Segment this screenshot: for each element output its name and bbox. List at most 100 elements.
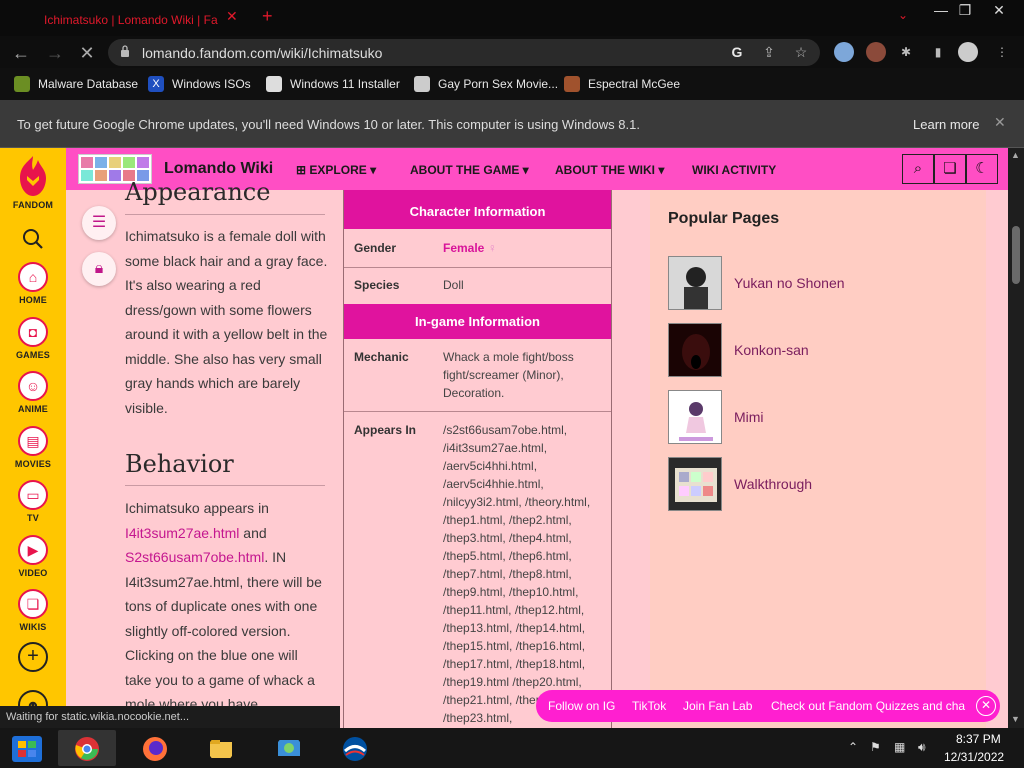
popular-thumbnail <box>668 256 722 310</box>
share-icon[interactable]: ⇪ <box>760 43 778 61</box>
close-window-button[interactable]: ✕ <box>982 0 1016 20</box>
infobar-close-icon[interactable]: ✕ <box>994 114 1006 131</box>
link-i4it3sum27ae[interactable]: I4it3sum27ae.html <box>125 525 239 541</box>
network-app-icon <box>278 740 300 756</box>
taskbar-firefox[interactable] <box>126 730 184 766</box>
side-panel-icon[interactable]: ▮ <box>928 42 948 62</box>
table-of-contents-button[interactable]: ☰ <box>82 206 116 240</box>
volume-icon[interactable]: 🔊︎ <box>918 740 926 755</box>
taskbar-browser-app[interactable] <box>326 730 384 766</box>
nav-about-the-wiki[interactable]: ABOUT THE WIKI ▾ <box>555 163 664 177</box>
page-bookmark-icon <box>266 76 282 92</box>
malware-bookmark-icon <box>14 76 30 92</box>
popular-page-label[interactable]: Mimi <box>734 409 764 425</box>
nav-about-wiki-label: ABOUT THE WIKI <box>555 163 655 177</box>
discussions-button[interactable]: ❏ <box>934 154 966 184</box>
lock-icon[interactable] <box>120 45 130 57</box>
firefox-icon <box>143 737 167 761</box>
popular-page-item[interactable]: Walkthrough <box>668 457 968 511</box>
rail-item-wikis[interactable]: ❏ WIKIS <box>0 589 66 632</box>
fandom-brand-label: FANDOM <box>12 200 54 210</box>
rail-item-video[interactable]: ▶ VIDEO <box>0 535 66 578</box>
scroll-up-icon[interactable]: ▲ <box>1011 150 1020 160</box>
rail-item-home[interactable]: ⌂ HOME <box>0 262 66 305</box>
rail-label-wikis: WIKIS <box>19 622 47 632</box>
fandom-logo[interactable]: FANDOM <box>0 154 66 210</box>
fandom-sticky-bar: Follow on IG TikTok Join Fan Lab Check o… <box>536 690 1000 722</box>
bookmark-movie-site[interactable]: Gay Porn Sex Movie... <box>438 77 558 91</box>
rail-create-wiki[interactable]: + <box>0 642 66 672</box>
infobox-section-character: Character Information <box>344 194 611 229</box>
popular-page-item[interactable]: Yukan no Shonen <box>668 256 968 310</box>
wiki-search-button[interactable]: ⌕ <box>902 154 934 184</box>
infobox-divider <box>344 411 611 412</box>
stop-loading-button[interactable]: ✕ <box>76 42 98 64</box>
bookmark-malware-database[interactable]: Malware Database <box>38 77 138 91</box>
new-tab-button[interactable]: + <box>262 6 273 27</box>
popular-page-label[interactable]: Konkon-san <box>734 342 809 358</box>
behavior-text: Ichimatsuko appears in <box>125 500 269 516</box>
nav-about-the-game[interactable]: ABOUT THE GAME ▾ <box>410 163 529 177</box>
link-s2st66usam7obe[interactable]: S2st66usam7obe.html <box>125 549 264 565</box>
popular-page-item[interactable]: Mimi <box>668 390 968 444</box>
forward-button[interactable]: → <box>44 42 66 64</box>
mimi-thumbnail-image <box>669 391 721 443</box>
flag-icon[interactable]: ⚑ <box>870 740 881 754</box>
extension-avatar-icon[interactable] <box>866 42 886 62</box>
rail-item-games[interactable]: ◘ GAMES <box>0 317 66 360</box>
follow-on-ig-link[interactable]: Follow on IG <box>548 699 615 713</box>
restore-button[interactable]: ❐ <box>948 0 982 20</box>
page-scrollbar[interactable]: ▲ ▼ <box>1008 148 1024 728</box>
learn-more-link[interactable]: Learn more <box>913 117 979 132</box>
rail-item-movies[interactable]: ▤ MOVIES <box>0 426 66 469</box>
rail-item-tv[interactable]: ▭ TV <box>0 480 66 523</box>
scroll-down-icon[interactable]: ▼ <box>1011 714 1020 724</box>
popular-page-label[interactable]: Walkthrough <box>734 476 812 492</box>
extension-flag-icon[interactable] <box>834 42 854 62</box>
wiki-name[interactable]: Lomando Wiki <box>164 160 273 178</box>
bookmark-star-icon[interactable]: ☆ <box>792 43 810 61</box>
walkthrough-thumbnail-image <box>669 458 721 510</box>
heading-behavior: Behavior <box>125 450 234 478</box>
tab-close-icon[interactable]: ✕ <box>226 8 238 25</box>
extensions-puzzle-icon[interactable]: ✱ <box>896 42 916 62</box>
scroll-thumb[interactable] <box>1012 226 1020 284</box>
browser-tab[interactable]: Ichimatsuko | Lomando Wiki | Fa <box>4 4 254 34</box>
google-lens-icon[interactable]: G <box>728 43 746 61</box>
nav-explore[interactable]: ⊞ EXPLORE ▾ <box>296 163 376 177</box>
fandom-quizzes-link[interactable]: Check out Fandom Quizzes and cha <box>771 699 965 713</box>
taskbar-chrome[interactable] <box>58 730 116 766</box>
edit-lock-button[interactable]: 🔒︎ <box>82 252 116 286</box>
taskbar-network-app[interactable] <box>260 730 318 766</box>
network-icon[interactable]: ▦ <box>894 740 905 754</box>
show-hidden-icons[interactable]: ⌃ <box>848 740 858 754</box>
bookmark-windows-isos[interactable]: Windows ISOs <box>172 77 251 91</box>
popular-page-label[interactable]: Yukan no Shonen <box>734 275 845 291</box>
url-text[interactable]: lomando.fandom.com/wiki/Ichimatsuko <box>142 45 382 61</box>
fandom-flame-icon <box>20 156 46 196</box>
address-bar[interactable]: lomando.fandom.com/wiki/Ichimatsuko G ⇪ … <box>108 39 820 66</box>
chrome-menu-icon[interactable]: ⋮ <box>992 42 1012 62</box>
theme-toggle-button[interactable]: ☾ <box>966 154 998 184</box>
browser-titlebar: Ichimatsuko | Lomando Wiki | Fa ✕ + ⌄ — … <box>0 0 1024 36</box>
book-icon: ❏ <box>18 589 48 619</box>
join-fan-lab-link[interactable]: Join Fan Lab <box>683 699 752 713</box>
web-page: FANDOM ⌂ HOME ◘ GAMES ☺ ANIME ▤ MOVIES ▭… <box>0 148 1008 728</box>
bookmark-windows-11-installer[interactable]: Windows 11 Installer <box>290 77 400 91</box>
taskbar-file-explorer[interactable] <box>192 730 250 766</box>
tab-search-icon[interactable]: ⌄ <box>898 8 908 22</box>
windows-taskbar: ⌃ ⚑ ▦ 🔊︎ 8:37 PM 12/31/2022 <box>0 728 1024 768</box>
bookmark-espectral-mcgee[interactable]: Espectral McGee <box>588 77 680 91</box>
rail-search[interactable] <box>0 228 66 250</box>
rail-label-video: VIDEO <box>18 568 48 578</box>
start-button[interactable] <box>0 730 52 766</box>
profile-avatar-icon[interactable] <box>958 42 978 62</box>
rail-item-anime[interactable]: ☺ ANIME <box>0 371 66 414</box>
clock-date[interactable]: 12/31/2022 <box>944 750 1004 764</box>
clock-time[interactable]: 8:37 PM <box>956 732 1001 746</box>
nav-wiki-activity[interactable]: WIKI ACTIVITY <box>692 163 776 177</box>
close-icon[interactable]: ✕ <box>976 696 996 716</box>
back-button[interactable]: ← <box>10 42 32 64</box>
popular-page-item[interactable]: Konkon-san <box>668 323 968 377</box>
tiktok-link[interactable]: TikTok <box>632 699 666 713</box>
